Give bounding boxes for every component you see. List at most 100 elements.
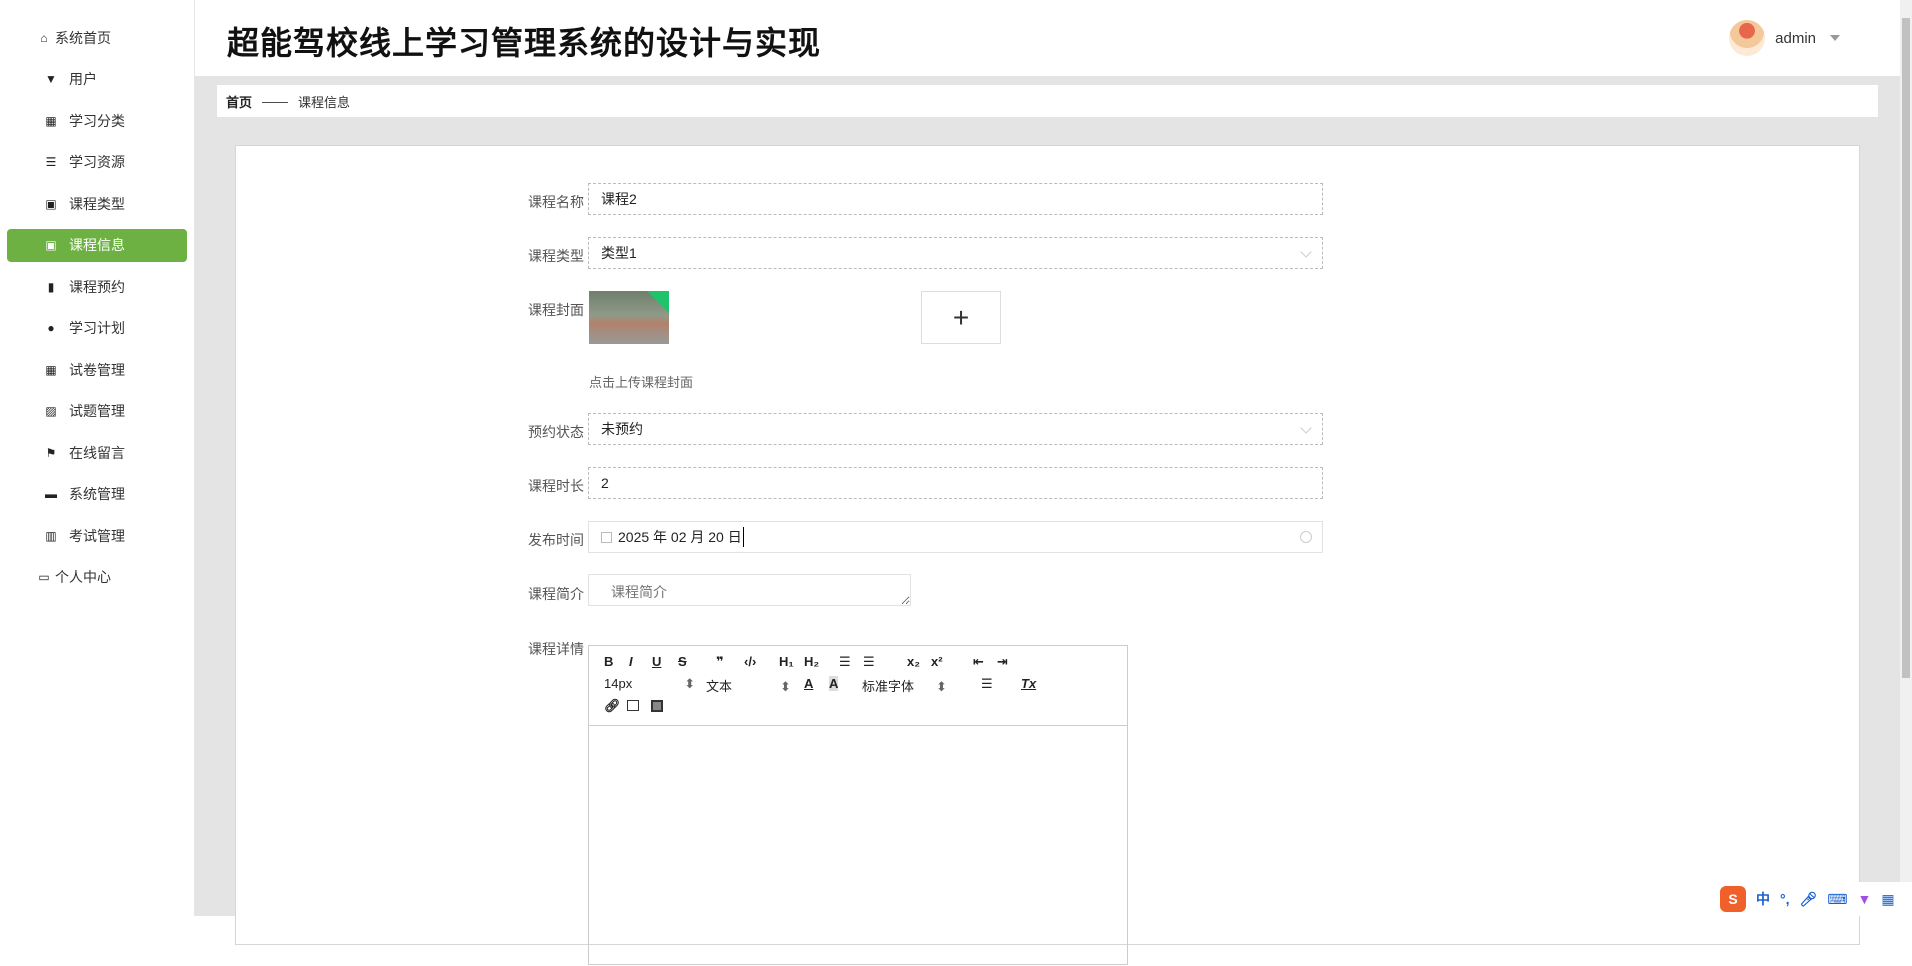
ime-toolbar: S 中 °, 🎤︎ ⌨ ▼ ▦ [1712,882,1912,916]
strike-icon[interactable]: S [678,654,687,669]
sidebar-item-8[interactable]: ▦ 试卷管理 [7,353,187,386]
scrollbar-thumb[interactable] [1902,18,1910,678]
skin-icon[interactable]: ▼ [1858,891,1872,907]
clear-icon[interactable] [1300,531,1312,543]
sidebar-item-label: 试卷管理 [69,361,125,378]
sogou-logo-icon: S [1720,886,1746,912]
duration-input[interactable]: 2 [588,467,1323,499]
sidebar-item-label: 系统管理 [69,486,125,502]
header: 超能驾校线上学习管理系统的设计与实现 admin [195,0,1900,76]
sidebar-item-label: 在线留言 [69,444,125,461]
breadcrumb: 首页 —— 课程信息 [217,85,1878,117]
sidebar-item-6[interactable]: ▮ 课程预约 [7,270,187,303]
label-status: 预约状态 [528,424,584,440]
h2-icon[interactable]: H₂ [804,654,819,669]
sidebar-item-1[interactable]: ▼ 用户 [7,63,187,96]
course-name-input[interactable]: 课程2 [588,183,1323,215]
bold-icon[interactable]: B [604,654,613,669]
breadcrumb-separator: —— [262,93,289,109]
card-icon: ▭ [38,570,50,584]
avatar [1729,20,1766,56]
sidebar-item-4[interactable]: ▣ 课程类型 [7,187,187,220]
subscript-icon[interactable]: x₂ [907,654,920,669]
briefcase-icon: ▬ [45,487,57,501]
superscript-icon[interactable]: x² [931,654,943,669]
publish-date-value: 2025 年 02 月 20 日 [618,527,744,547]
sidebar-item-label: 学习计划 [69,320,125,336]
user-menu[interactable]: admin [1729,20,1840,56]
sidebar-item-7[interactable]: ● 学习计划 [7,312,187,345]
editor-body[interactable] [589,726,1127,966]
sidebar-item-0[interactable]: ⌂ 系统首页 [7,21,187,54]
blockquote-icon[interactable]: ❞ [716,654,724,670]
rich-text-editor: 14px ⬍ 文本 ⬍ A A 标准字体 ⬍ ☰ Tx 🔗︎ B I U S ❞ ‹/› H₁ H₂… [588,645,1128,965]
code-icon[interactable]: ‹/› [744,654,756,669]
clear-format-icon[interactable]: Tx [1021,676,1036,691]
username: admin [1775,29,1816,47]
label-publish-time: 发布时间 [528,532,584,548]
sidebar-item-label: 考试管理 [69,527,125,544]
sidebar-item-3[interactable]: ☰ 学习资源 [7,146,187,179]
breadcrumb-home[interactable]: 首页 [226,92,252,111]
microphone-icon[interactable]: 🎤︎ [1800,891,1818,908]
text-type-select[interactable]: 文本 ⬍ [706,676,791,695]
label-intro: 课程简介 [528,586,584,602]
sidebar-item-label: 用户 [69,71,97,87]
ime-language[interactable]: 中 [1756,889,1770,909]
status-select[interactable]: 未预约 [588,413,1323,445]
label-duration: 课程时长 [528,478,584,494]
font-family-select[interactable]: 标准字体 ⬍ [862,676,947,695]
sidebar-item-label: 学习资源 [69,154,125,170]
sidebar-item-13[interactable]: ▭ 个人中心 [7,561,187,594]
status-value: 未预约 [601,421,643,437]
italic-icon[interactable]: I [629,654,633,669]
underline-icon[interactable]: U [652,654,661,669]
chevron-down-icon [1300,422,1312,434]
ordered-list-icon[interactable]: ☰ [839,654,851,670]
align-icon[interactable]: ☰ [981,676,993,692]
sidebar-item-label: 试题管理 [69,403,125,419]
outdent-icon[interactable]: ⇤ [973,654,984,670]
book-icon: ▮ [47,279,55,294]
background-color-icon[interactable]: A [829,676,839,691]
course-type-select[interactable]: 类型1 [588,237,1323,269]
image-icon[interactable] [627,700,639,711]
sidebar-item-5[interactable]: ▣ 课程信息 [7,228,187,262]
font-size-select[interactable]: 14px ⬍ [604,676,695,692]
sidebar-item-10[interactable]: ⚑ 在线留言 [7,436,187,469]
plus-icon: + [952,301,970,333]
label-course-type: 课程类型 [528,248,584,264]
sidebar-item-12[interactable]: ▥ 考试管理 [7,519,187,552]
sidebar-item-11[interactable]: ▬ 系统管理 [7,478,187,511]
label-course-name: 课程名称 [528,194,584,210]
apps-icon[interactable]: ▦ [1881,891,1894,908]
scrollbar[interactable] [1900,0,1912,916]
content-area: 首页 —— 课程信息 课程名称 课程2 课程类型 类型1 课程封面 + 点击上传… [195,76,1900,965]
indent-icon[interactable]: ⇥ [997,654,1008,670]
ime-punctuation[interactable]: °, [1780,891,1790,907]
sidebar-item-label: 系统首页 [55,29,111,46]
link-icon[interactable]: 🔗︎ [604,698,621,714]
intro-textarea[interactable] [588,574,911,606]
sidebar-item-9[interactable]: ▨ 试题管理 [7,395,187,428]
pin-icon: ▼ [45,72,57,86]
h1-icon[interactable]: H₁ [779,654,794,669]
font-size-value: 14px [604,676,633,691]
sidebar-item-label: 课程预约 [69,278,125,295]
course-type-value: 类型1 [601,245,637,261]
bullet-list-icon[interactable]: ☰ [863,654,875,670]
sidebar-item-label: 课程类型 [69,195,125,212]
video-icon[interactable] [651,700,663,712]
list-icon: ☰ [45,155,57,169]
keyboard-icon[interactable]: ⌨ [1827,891,1847,908]
publish-date-input[interactable]: 2025 年 02 月 20 日 [588,521,1323,553]
clipboard-x-icon: ▣ [45,196,57,211]
bar-chart-icon: ▥ [45,528,57,543]
sidebar-item-2[interactable]: ▦ 学习分类 [7,104,187,137]
calendar-icon [601,531,612,543]
cover-image[interactable] [589,291,669,344]
font-color-icon[interactable]: A [804,676,813,691]
upload-cover-button[interactable]: + [921,291,1001,344]
clipboard-check-icon: ▣ [45,238,57,252]
cover-hint: 点击上传课程封面 [589,375,694,390]
